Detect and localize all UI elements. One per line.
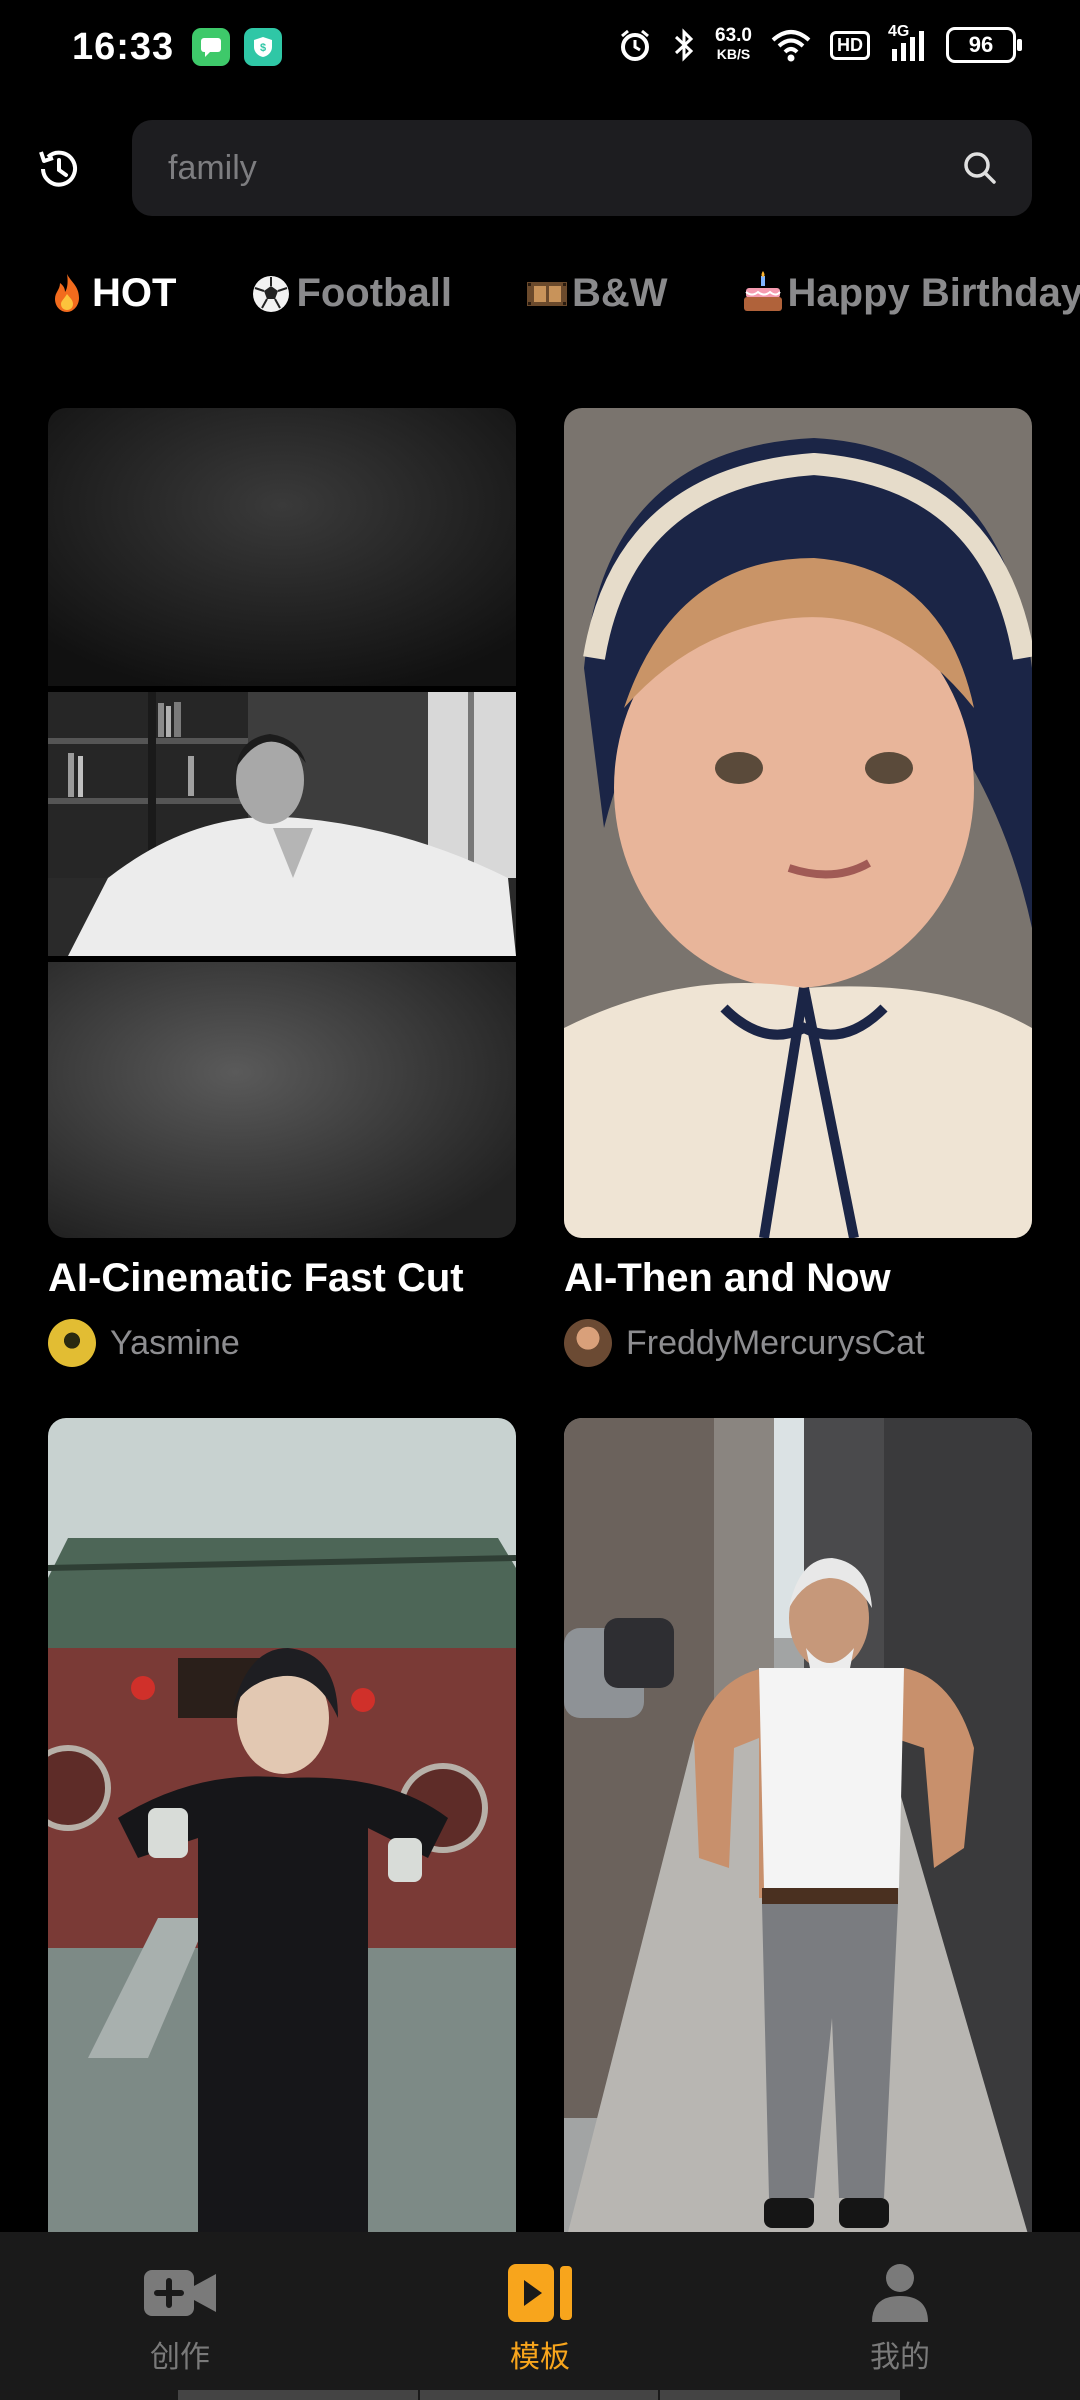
template-thumbnail[interactable]: [564, 408, 1032, 1238]
tab-label: Football: [296, 270, 452, 315]
author-name: FreddyMercurysCat: [626, 1323, 925, 1362]
messages-app-icon: [192, 28, 230, 66]
status-time: 16:33: [72, 26, 175, 68]
fire-icon: [44, 270, 90, 316]
film-icon: [524, 270, 570, 316]
card-author[interactable]: FreddyMercurysCat: [564, 1319, 1032, 1367]
net-speed-unit: KB/S: [716, 46, 751, 62]
tab-football[interactable]: Football: [248, 270, 452, 316]
card-title: AI-Cinematic Fast Cut: [48, 1256, 464, 1300]
battery-indicator: 96: [946, 27, 1022, 63]
shield-app-icon: $: [244, 28, 282, 66]
network-speed: 63.0 KB/S: [715, 26, 752, 64]
history-button[interactable]: [34, 144, 84, 194]
user-profile-icon: [872, 2264, 928, 2322]
author-name: Yasmine: [110, 1323, 240, 1362]
search-input[interactable]: [168, 120, 928, 216]
category-tabs: HOT Football B&W Happy Birthday: [44, 270, 1080, 316]
search-bar[interactable]: [132, 120, 1032, 216]
svg-text:$: $: [260, 42, 266, 54]
card-title: AI-Then and Now: [564, 1256, 891, 1300]
hd-badge: HD: [830, 30, 870, 60]
video-camera-plus-icon: [144, 2270, 216, 2316]
avatar: [564, 1319, 612, 1367]
tab-label: Happy Birthday: [787, 270, 1080, 315]
template-thumbnail[interactable]: [564, 1418, 1032, 2248]
nav-create[interactable]: 创作: [100, 2262, 260, 2376]
history-icon: [39, 150, 77, 187]
nav-mine[interactable]: 我的: [820, 2262, 980, 2376]
wifi-icon: [771, 30, 811, 62]
gesture-bar: [660, 2390, 900, 2400]
nav-label: 模板: [510, 2341, 570, 2374]
net-speed-value: 63.0: [715, 25, 752, 46]
soccer-ball-icon: [248, 270, 294, 316]
template-play-icon: [508, 2264, 572, 2322]
signal-icon: 4G: [888, 23, 928, 63]
status-bar: 16:33 $ 63.0 KB/S HD 4G 96: [0, 0, 1080, 100]
tab-bw[interactable]: B&W: [524, 270, 668, 316]
tab-label: HOT: [92, 270, 177, 315]
gesture-bar: [178, 2390, 418, 2400]
card-author[interactable]: Yasmine: [48, 1319, 516, 1367]
tab-happy-birthday[interactable]: Happy Birthday: [740, 270, 1080, 316]
gesture-bar: [420, 2390, 658, 2400]
template-card[interactable]: [48, 1418, 516, 2248]
birthday-cake-icon: [740, 270, 786, 316]
alarm-icon: [621, 29, 650, 61]
nav-templates[interactable]: 模板: [460, 2262, 620, 2376]
tab-label: B&W: [571, 270, 668, 315]
nav-label: 创作: [150, 2341, 210, 2374]
template-card[interactable]: AI-Cinematic Fast Cut Yasmine: [48, 408, 516, 1367]
template-thumbnail[interactable]: [48, 408, 516, 1238]
template-card[interactable]: AI-Then and Now FreddyMercurysCat: [564, 408, 1032, 1367]
bottom-navigation: 创作 模板 我的: [0, 2232, 1080, 2400]
nav-label: 我的: [870, 2341, 930, 2374]
template-card[interactable]: [564, 1418, 1032, 2248]
avatar: [48, 1319, 96, 1367]
tab-hot[interactable]: HOT: [44, 270, 176, 316]
template-thumbnail[interactable]: [48, 1418, 516, 2248]
bluetooth-icon: [674, 28, 694, 62]
search-icon[interactable]: [962, 150, 998, 186]
